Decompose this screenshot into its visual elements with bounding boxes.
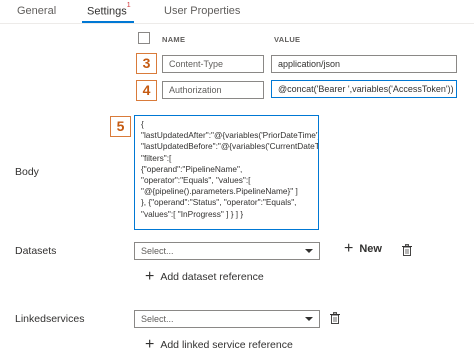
header-value-field[interactable]: @concat('Bearer ',variables('AccessToken… bbox=[271, 80, 457, 98]
trash-icon[interactable] bbox=[330, 312, 340, 324]
datasets-label: Datasets bbox=[15, 245, 57, 257]
trash-icon[interactable] bbox=[402, 244, 412, 256]
body-label: Body bbox=[15, 166, 39, 178]
header-name-field[interactable]: Content-Type bbox=[162, 55, 264, 73]
datasets-select[interactable]: Select... bbox=[134, 242, 320, 260]
tab-bar: General Settings1 User Properties bbox=[0, 0, 474, 24]
tab-user-properties[interactable]: User Properties bbox=[164, 5, 240, 17]
column-header-name: NAME bbox=[162, 35, 186, 44]
linkedservices-select[interactable]: Select... bbox=[134, 310, 320, 328]
plus-icon: + bbox=[145, 268, 155, 285]
body-editor[interactable]: { "lastUpdatedAfter":"@{variables('Prior… bbox=[134, 115, 319, 230]
step-badge: 3 bbox=[136, 53, 157, 74]
add-dataset-reference-button[interactable]: + Add dataset reference bbox=[145, 268, 264, 285]
tab-settings[interactable]: Settings1 bbox=[87, 2, 131, 18]
settings-error-count: 1 bbox=[126, 2, 131, 9]
tab-general[interactable]: General bbox=[17, 5, 56, 17]
step-badge: 4 bbox=[136, 80, 157, 101]
tab-settings-label: Settings bbox=[87, 5, 127, 18]
header-name-field[interactable]: Authorization bbox=[162, 81, 264, 99]
new-dataset-button[interactable]: + New bbox=[344, 240, 382, 257]
linkedservices-select-value: Select... bbox=[141, 314, 174, 324]
linkedservices-label: Linkedservices bbox=[15, 313, 85, 325]
select-all-checkbox[interactable] bbox=[138, 32, 150, 44]
header-value-field[interactable]: application/json bbox=[271, 55, 457, 73]
column-header-value: VALUE bbox=[274, 35, 301, 44]
chevron-down-icon bbox=[305, 317, 313, 321]
active-tab-indicator bbox=[82, 21, 134, 23]
add-dataset-reference-label: Add dataset reference bbox=[160, 271, 264, 283]
step-badge: 5 bbox=[110, 116, 131, 137]
datasets-select-value: Select... bbox=[141, 246, 174, 256]
new-label: New bbox=[359, 243, 382, 255]
chevron-down-icon bbox=[305, 249, 313, 253]
plus-icon: + bbox=[145, 336, 155, 353]
add-linked-service-reference-label: Add linked service reference bbox=[160, 339, 293, 351]
add-linked-service-reference-button[interactable]: + Add linked service reference bbox=[145, 336, 293, 353]
plus-icon: + bbox=[344, 240, 354, 257]
